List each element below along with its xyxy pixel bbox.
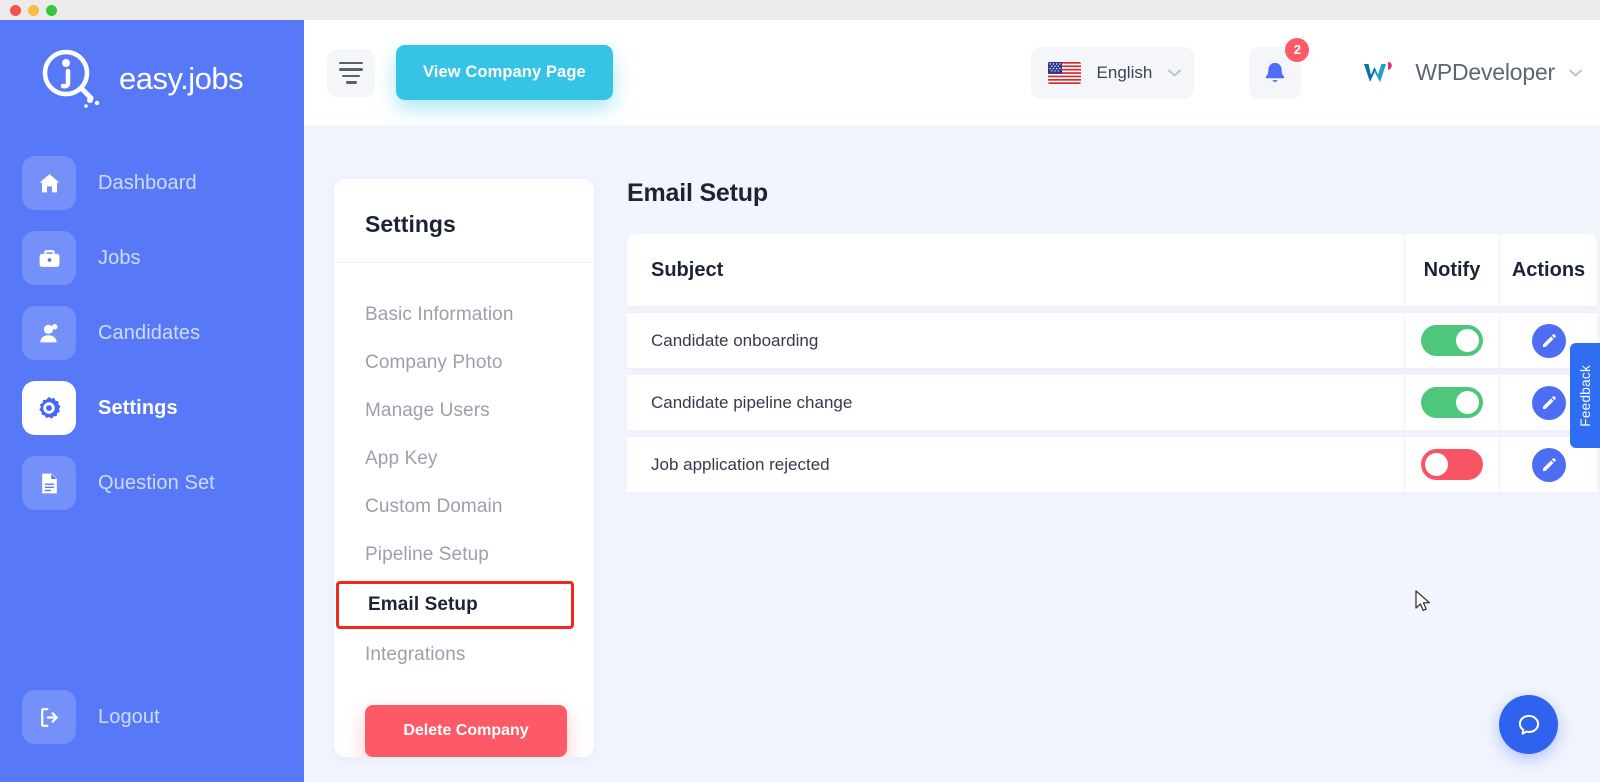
- feedback-tab[interactable]: Feedback: [1570, 343, 1600, 448]
- column-header-actions: Actions: [1499, 234, 1597, 306]
- app-logo-text: easy.jobs: [119, 61, 244, 96]
- page-title: Email Setup: [627, 179, 768, 207]
- sidebar-item-jobs[interactable]: Jobs: [22, 231, 304, 285]
- language-selector[interactable]: English: [1030, 46, 1195, 99]
- main-area: View Company Page English 2 WPDeveloper …: [304, 20, 1600, 782]
- briefcase-icon: [22, 231, 76, 285]
- user-name-label: WPDeveloper: [1415, 59, 1555, 85]
- close-window-button[interactable]: [10, 4, 21, 16]
- column-header-notify: Notify: [1404, 234, 1499, 306]
- row-notify-cell: [1404, 437, 1499, 492]
- view-company-page-button[interactable]: View Company Page: [396, 45, 613, 100]
- sidebar-item-label: Dashboard: [98, 171, 197, 194]
- edit-row-button[interactable]: [1531, 323, 1566, 358]
- chat-support-button[interactable]: [1499, 695, 1558, 754]
- settings-card-header: Settings: [334, 179, 594, 263]
- us-flag-icon: [1047, 61, 1081, 84]
- row-notify-cell: [1404, 313, 1499, 368]
- table-row: Candidate pipeline change: [627, 375, 1597, 430]
- bell-icon: [1266, 62, 1285, 82]
- settings-item-manage-users[interactable]: Manage Users: [334, 387, 594, 435]
- settings-card: Settings Basic Information Company Photo…: [334, 179, 594, 757]
- document-icon: [22, 456, 76, 510]
- hamburger-icon[interactable]: [327, 48, 375, 97]
- settings-title: Settings: [365, 211, 456, 237]
- edit-pencil-icon: [1542, 395, 1556, 409]
- sidebar: easy.jobs Dashboard Jobs Candidates Sett…: [0, 20, 304, 782]
- wpdeveloper-logo: [1364, 61, 1393, 82]
- content-area: Settings Basic Information Company Photo…: [304, 125, 1600, 782]
- maximize-window-button[interactable]: [46, 4, 57, 16]
- settings-item-company-photo[interactable]: Company Photo: [334, 339, 594, 387]
- sidebar-logout-area: Logout: [0, 690, 304, 782]
- row-subject: Job application rejected: [651, 454, 830, 474]
- edit-pencil-icon: [1542, 333, 1556, 347]
- settings-item-basic-information[interactable]: Basic Information: [334, 291, 594, 339]
- table-row: Candidate onboarding: [627, 313, 1597, 368]
- home-icon: [22, 156, 76, 210]
- sidebar-item-logout[interactable]: Logout: [22, 690, 304, 744]
- sidebar-item-settings[interactable]: Settings: [22, 381, 304, 435]
- sidebar-item-label: Settings: [98, 396, 178, 419]
- toggle-knob: [1456, 329, 1479, 352]
- edit-pencil-icon: [1542, 457, 1556, 471]
- table-row: Job application rejected: [627, 437, 1597, 492]
- logout-icon: [22, 690, 76, 744]
- sidebar-item-label: Logout: [98, 705, 160, 728]
- sidebar-item-label: Jobs: [98, 246, 141, 269]
- settings-item-app-key[interactable]: App Key: [334, 435, 594, 483]
- notifications-button[interactable]: 2: [1249, 37, 1310, 99]
- language-label: English: [1096, 62, 1153, 82]
- row-subject: Candidate onboarding: [651, 330, 819, 350]
- row-notify-cell: [1404, 375, 1499, 430]
- sidebar-item-dashboard[interactable]: Dashboard: [22, 156, 304, 210]
- gear-icon: [22, 381, 76, 435]
- column-header-subject: Subject: [651, 258, 724, 281]
- chevron-down-icon: [1168, 69, 1182, 76]
- delete-company-button[interactable]: Delete Company: [365, 705, 567, 757]
- feedback-tab-label: Feedback: [1577, 364, 1593, 427]
- chat-bubble-icon: [1518, 714, 1539, 735]
- email-setup-table: Subject Notify Actions Candidate onboard…: [627, 234, 1597, 492]
- app-logo[interactable]: easy.jobs: [0, 20, 304, 138]
- row-subject: Candidate pipeline change: [651, 392, 853, 412]
- table-header-row: Subject Notify Actions: [627, 234, 1597, 306]
- app-shell: easy.jobs Dashboard Jobs Candidates Sett…: [0, 20, 1600, 782]
- toggle-knob: [1456, 391, 1479, 414]
- settings-item-pipeline-setup[interactable]: Pipeline Setup: [334, 531, 594, 579]
- settings-item-email-setup[interactable]: Email Setup: [336, 581, 574, 629]
- edit-row-button[interactable]: [1531, 385, 1566, 420]
- settings-item-integrations[interactable]: Integrations: [334, 631, 594, 679]
- settings-menu: Basic Information Company Photo Manage U…: [334, 263, 594, 679]
- notify-toggle[interactable]: [1421, 325, 1483, 356]
- toggle-knob: [1425, 453, 1448, 476]
- topbar-right-group: English 2 WPDeveloper: [1030, 37, 1582, 99]
- sidebar-item-question-set[interactable]: Question Set: [22, 456, 304, 510]
- edit-row-button[interactable]: [1531, 447, 1566, 482]
- settings-item-custom-domain[interactable]: Custom Domain: [334, 483, 594, 531]
- sidebar-nav: Dashboard Jobs Candidates Settings Quest…: [0, 138, 304, 510]
- user-icon: [22, 306, 76, 360]
- email-setup-panel: Email Setup Subject Notify Actions Candi…: [627, 179, 1600, 782]
- sidebar-item-candidates[interactable]: Candidates: [22, 306, 304, 360]
- minimize-window-button[interactable]: [28, 4, 39, 16]
- notify-toggle[interactable]: [1421, 449, 1483, 480]
- window-titlebar: [0, 0, 1600, 20]
- notify-toggle[interactable]: [1421, 387, 1483, 418]
- easyjobs-logo-icon: [42, 49, 100, 108]
- topbar: View Company Page English 2 WPDeveloper: [304, 20, 1600, 125]
- sidebar-item-label: Question Set: [98, 471, 215, 494]
- user-menu[interactable]: WPDeveloper: [1361, 58, 1582, 88]
- notification-count-badge: 2: [1285, 37, 1310, 62]
- sidebar-item-label: Candidates: [98, 321, 201, 344]
- chevron-down-icon: [1569, 69, 1582, 76]
